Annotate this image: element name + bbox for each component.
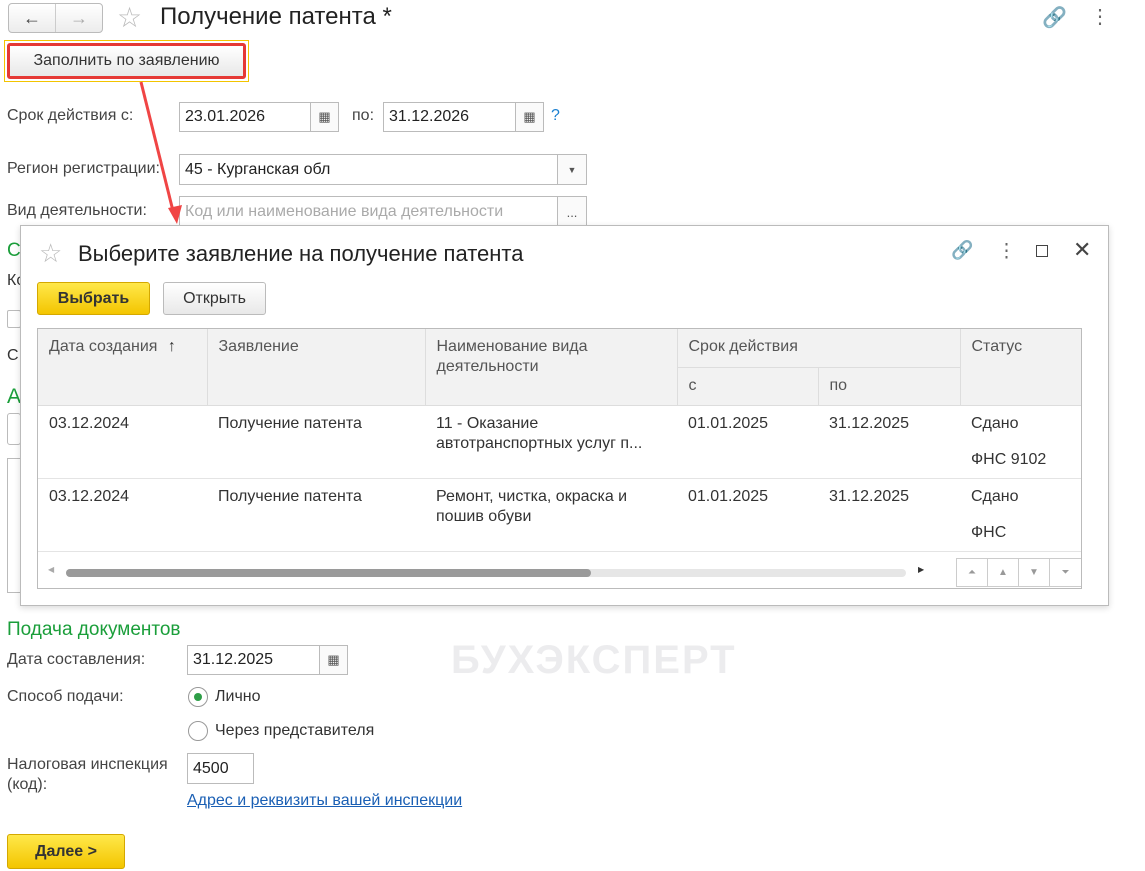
hidden-field: [7, 310, 21, 328]
row-navigation: ⏶ ▲ ▼ ⏷: [956, 558, 1081, 587]
column-header-status[interactable]: Статус: [959, 329, 1081, 406]
cell-statement: Получение патента: [207, 478, 425, 552]
radio-representative-label[interactable]: Через представителя: [215, 722, 374, 740]
prev-row-icon[interactable]: ▲: [988, 559, 1019, 586]
last-row-icon[interactable]: ⏷: [1050, 559, 1081, 586]
status-text: Сдано: [971, 414, 1019, 432]
link-icon[interactable]: 🔗: [1042, 5, 1067, 30]
next-row-icon[interactable]: ▼: [1019, 559, 1050, 586]
status-detail: ФНС: [971, 523, 1007, 541]
inspection-details-link[interactable]: Адрес и реквизиты вашей инспекции: [187, 792, 462, 810]
hidden-heading: А: [7, 385, 22, 408]
cell-from: 01.01.2025: [677, 478, 818, 552]
horizontal-scrollbar[interactable]: [66, 569, 906, 577]
date-label: Дата составления:: [7, 651, 146, 668]
more-icon[interactable]: ⋮: [1090, 4, 1110, 29]
watermark: БУХЭКСПЕРТ: [451, 638, 737, 682]
sort-asc-icon: ↑: [167, 338, 176, 355]
submission-heading: Подача документов: [7, 619, 181, 640]
header-label: Дата создания: [49, 338, 158, 355]
column-header-activity[interactable]: Наименование вида деятельности: [424, 329, 678, 406]
cell-activity: 11 - Оказание автотранспортных услуг п..…: [425, 405, 677, 479]
date-input[interactable]: 31.12.2025: [187, 645, 320, 675]
cell-statement: Получение патента: [207, 405, 425, 479]
link-icon[interactable]: 🔗: [951, 240, 973, 261]
table-row[interactable]: 03.12.2024 Получение патента 11 - Оказан…: [38, 405, 1081, 479]
table-row[interactable]: 03.12.2024 Получение патента Ремонт, чис…: [38, 478, 1081, 552]
scroll-right-icon[interactable]: ▶: [918, 565, 924, 574]
statements-table: Дата создания ↑ Заявление Наименование в…: [37, 328, 1082, 589]
hidden-heading: С: [7, 240, 21, 261]
close-icon[interactable]: ✕: [1073, 237, 1091, 263]
cell-activity: Ремонт, чистка, окраска и пошив обуви: [425, 478, 677, 552]
favorite-star-icon[interactable]: ☆: [39, 240, 62, 266]
cell-date: 03.12.2024: [38, 405, 207, 479]
cell-to: 31.12.2025: [818, 405, 960, 479]
calendar-icon[interactable]: ▦: [311, 102, 339, 132]
radio-representative[interactable]: [188, 721, 208, 741]
scroll-left-icon[interactable]: ◀: [48, 565, 54, 574]
select-button[interactable]: Выбрать: [37, 282, 150, 315]
hidden-label: С: [7, 347, 19, 364]
period-to-input[interactable]: 31.12.2026: [383, 102, 516, 132]
calendar-icon[interactable]: ▦: [516, 102, 544, 132]
radio-in-person-label[interactable]: Лично: [215, 688, 261, 706]
column-header-to[interactable]: по: [817, 367, 961, 406]
status-text: Сдано: [971, 487, 1019, 505]
column-header-from[interactable]: с: [676, 367, 819, 406]
radio-in-person[interactable]: [188, 687, 208, 707]
period-to-label: по:: [352, 107, 375, 124]
more-button[interactable]: ...: [558, 196, 587, 228]
maximize-icon[interactable]: [1036, 245, 1048, 257]
column-header-statement[interactable]: Заявление: [206, 329, 426, 406]
calendar-icon[interactable]: ▦: [320, 645, 348, 675]
more-icon[interactable]: ⋮: [997, 240, 1016, 263]
method-label: Способ подачи:: [7, 688, 124, 705]
chevron-down-icon[interactable]: ▼: [558, 154, 587, 185]
open-button[interactable]: Открыть: [163, 282, 266, 315]
cell-to: 31.12.2025: [818, 478, 960, 552]
dialog-title: Выберите заявление на получение патента: [78, 241, 524, 266]
select-statement-dialog: ☆ Выберите заявление на получение патент…: [20, 225, 1109, 682]
scrollbar-thumb[interactable]: [66, 569, 591, 577]
hidden-table: [7, 458, 21, 593]
help-icon[interactable]: ?: [551, 107, 560, 125]
cell-from: 01.01.2025: [677, 405, 818, 479]
inspection-label: Налоговая инспекция (код):: [7, 756, 168, 793]
column-header-date[interactable]: Дата создания ↑: [38, 329, 208, 406]
column-header-period[interactable]: Срок действия: [676, 329, 961, 368]
status-detail: ФНС 9102: [971, 450, 1047, 468]
annotation-arrow: [139, 81, 182, 224]
first-row-icon[interactable]: ⏶: [957, 559, 988, 586]
cell-status: Сдано ФНС 9102: [960, 405, 1081, 479]
next-button[interactable]: Далее >: [7, 834, 125, 869]
inspection-input[interactable]: 4500: [187, 753, 254, 784]
hidden-button: [7, 413, 21, 445]
cell-status: Сдано ФНС: [960, 478, 1081, 552]
cell-date: 03.12.2024: [38, 478, 207, 552]
